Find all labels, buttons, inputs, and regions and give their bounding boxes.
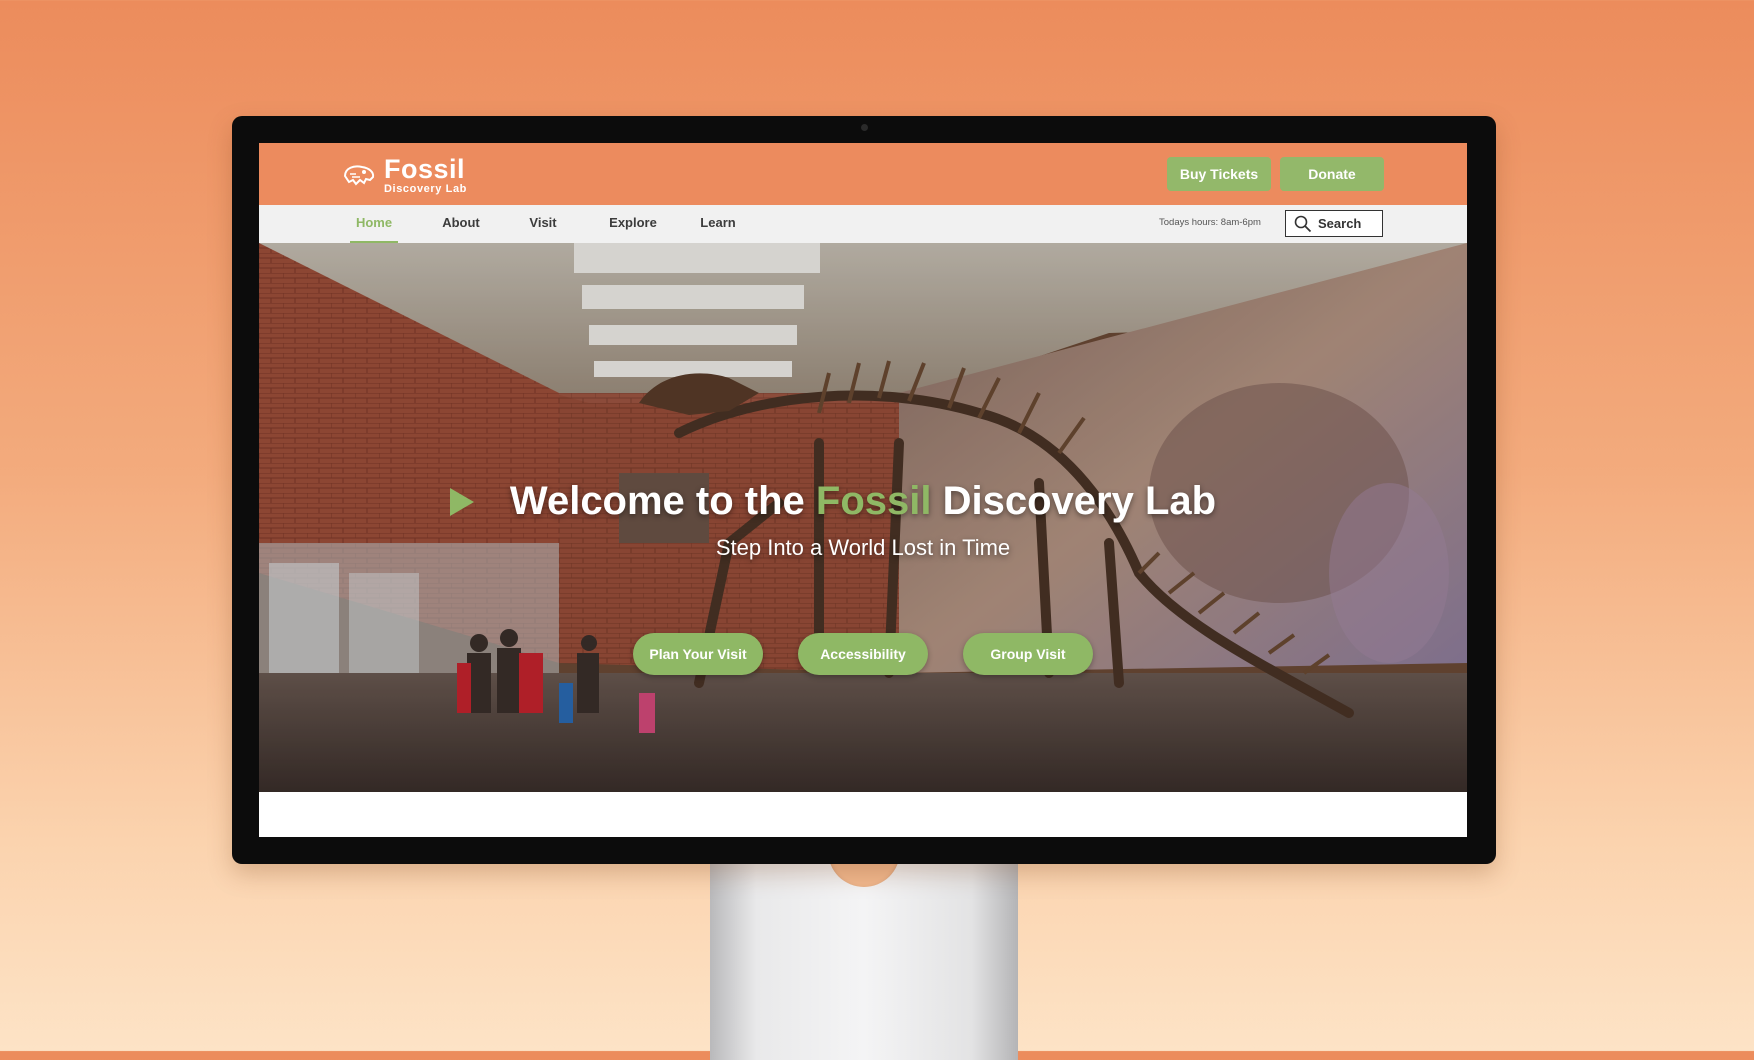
website-screen: Fossil Discovery Lab Buy Tickets Donate … — [259, 143, 1467, 837]
logo-subtitle: Discovery Lab — [384, 182, 468, 195]
donate-button[interactable]: Donate — [1280, 157, 1384, 191]
hero-title-accent: Fossil — [815, 479, 932, 523]
hero-banner: Welcome to the Fossil Discovery Lab Step… — [259, 243, 1467, 792]
plan-your-visit-button[interactable]: Plan Your Visit — [633, 633, 763, 675]
site-logo[interactable]: Fossil Discovery Lab — [342, 155, 467, 195]
main-nav: Home About Visit Explore Learn Todays ho… — [259, 205, 1467, 244]
webcam-dot — [861, 124, 868, 131]
search-label: Search — [1318, 216, 1362, 231]
search-button[interactable]: Search — [1285, 210, 1383, 237]
nav-item-learn[interactable]: Learn — [696, 205, 740, 243]
nav-item-visit[interactable]: Visit — [523, 205, 563, 243]
search-icon — [1294, 215, 1312, 232]
nav-item-about[interactable]: About — [437, 205, 485, 243]
hero-title: Welcome to the Fossil Discovery Lab — [259, 479, 1467, 524]
group-visit-button[interactable]: Group Visit — [963, 633, 1093, 675]
buy-tickets-button[interactable]: Buy Tickets — [1167, 157, 1271, 191]
nav-item-explore[interactable]: Explore — [605, 205, 661, 243]
logo-title: Fossil — [384, 153, 466, 184]
hero-title-suffix: Discovery Lab — [931, 479, 1217, 523]
hero-title-prefix: Welcome to the — [509, 479, 816, 523]
dinosaur-skull-icon — [343, 165, 375, 186]
hero-subtitle: Step Into a World Lost in Time — [715, 535, 1011, 560]
opening-hours: Todays hours: 8am-6pm — [1159, 217, 1261, 228]
nav-item-home[interactable]: Home — [350, 205, 398, 243]
accessibility-button[interactable]: Accessibility — [798, 633, 928, 675]
site-header: Fossil Discovery Lab Buy Tickets Donate — [259, 143, 1467, 205]
monitor-stand — [710, 860, 1018, 1060]
